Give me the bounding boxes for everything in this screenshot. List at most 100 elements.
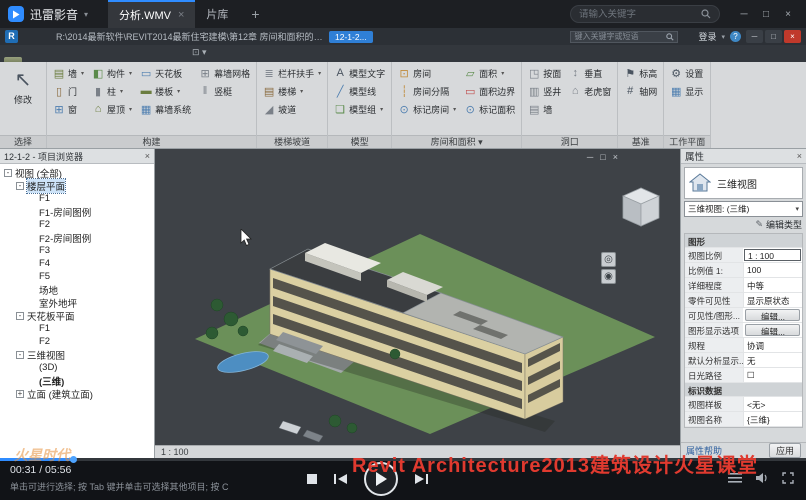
tree-item[interactable]: F1-房间图例 bbox=[0, 205, 154, 218]
property-value[interactable]: 100 bbox=[743, 263, 802, 277]
ribbon-button[interactable]: ◧ 构件 bbox=[89, 64, 135, 82]
scale-indicator[interactable]: 1 : 100 bbox=[161, 447, 189, 457]
drawing-area[interactable]: ─ □ × ◎ ◉ 1 : 100 bbox=[155, 149, 680, 458]
tree-item[interactable]: 室外地坪 bbox=[0, 296, 154, 309]
login-button[interactable]: 登录 bbox=[698, 30, 716, 43]
ribbon-button[interactable]: ▦ 幕墙系统 bbox=[137, 100, 194, 118]
property-row[interactable]: 视图名称 {三维} bbox=[685, 412, 802, 427]
ribbon-panel-label[interactable]: 洞口 bbox=[522, 135, 617, 148]
tree-item[interactable]: - 视图 (全部) bbox=[0, 166, 154, 179]
tree-item[interactable]: F2 bbox=[0, 335, 154, 348]
ribbon-button[interactable]: ┆ 房间分隔 bbox=[395, 82, 459, 100]
new-tab-button[interactable]: + bbox=[251, 6, 259, 22]
modify-button[interactable]: ↖ 修改 bbox=[3, 64, 43, 106]
ribbon-button[interactable]: ▯ 门 bbox=[50, 82, 87, 100]
ribbon-button[interactable]: # 轴网 bbox=[621, 82, 660, 100]
tree-item[interactable]: + 立面 (建筑立面) bbox=[0, 387, 154, 400]
revit-app-icon[interactable]: R bbox=[5, 30, 18, 43]
ribbon-button[interactable]: ⊞ 窗 bbox=[50, 100, 87, 118]
previous-button[interactable] bbox=[334, 473, 348, 485]
property-row[interactable]: 视图比例 1 : 100 bbox=[685, 248, 802, 263]
infocenter-search-input[interactable] bbox=[574, 32, 664, 41]
maximize-button[interactable]: □ bbox=[756, 5, 776, 23]
close-button[interactable]: × bbox=[778, 5, 798, 23]
property-value[interactable]: 中等 bbox=[743, 278, 802, 292]
ribbon-button[interactable]: ⊡ 房间 bbox=[395, 64, 459, 82]
ribbon-panel-label[interactable]: 楼梯坡道 bbox=[257, 135, 327, 148]
tree-expander-icon[interactable]: - bbox=[4, 169, 12, 177]
ribbon-button[interactable]: ▭ 天花板 bbox=[137, 64, 194, 82]
zoom-icon[interactable]: ◉ bbox=[601, 269, 616, 284]
tree-item[interactable]: F3 bbox=[0, 244, 154, 257]
tree-item[interactable]: F5 bbox=[0, 270, 154, 283]
ribbon-button[interactable]: ⚑ 标高 bbox=[621, 64, 660, 82]
infocenter-search[interactable] bbox=[570, 31, 678, 43]
tree-expander-icon[interactable]: - bbox=[16, 182, 24, 190]
ribbon-button[interactable]: ⌂ 老虎窗 bbox=[566, 82, 614, 100]
ribbon-button[interactable]: ▤ 楼梯 bbox=[260, 82, 324, 100]
tree-expander-icon[interactable]: - bbox=[16, 351, 24, 359]
property-row[interactable]: 图形 bbox=[685, 234, 802, 248]
ribbon-button[interactable]: ⚙ 设置 bbox=[667, 64, 706, 82]
property-value[interactable]: 编辑... bbox=[745, 309, 800, 321]
player-search[interactable] bbox=[570, 5, 720, 23]
stop-button[interactable] bbox=[306, 473, 318, 485]
tree-item[interactable]: (3D) bbox=[0, 361, 154, 374]
edit-type-button[interactable]: ✎ 编辑类型 bbox=[681, 217, 806, 232]
player-search-input[interactable] bbox=[579, 9, 697, 20]
property-value[interactable]: <无> bbox=[743, 397, 802, 411]
property-row[interactable]: 可见性/图形... 编辑... bbox=[685, 308, 802, 323]
property-row[interactable]: 默认分析显示... 无 bbox=[685, 353, 802, 368]
tree-item[interactable]: (三维) bbox=[0, 374, 154, 387]
property-value[interactable]: 编辑... bbox=[745, 324, 800, 336]
ribbon-button[interactable]: ◢ 坡道 bbox=[260, 100, 324, 118]
view-minimize-button[interactable]: ─ bbox=[587, 152, 593, 162]
tree-item[interactable]: F2-房间图例 bbox=[0, 231, 154, 244]
ribbon-panel-label[interactable]: 构建 bbox=[47, 135, 256, 148]
ribbon-button[interactable]: ‖ 竖梃 bbox=[196, 82, 253, 100]
panel-close-icon[interactable]: × bbox=[145, 151, 150, 161]
ribbon-button[interactable]: ❏ 模型组 bbox=[331, 100, 388, 118]
ribbon-button[interactable]: ▬ 楼板 bbox=[137, 82, 194, 100]
ribbon-button[interactable]: ▦ 显示 bbox=[667, 82, 706, 100]
revit-restore-button[interactable]: □ bbox=[765, 30, 782, 43]
property-value[interactable]: ☐ bbox=[743, 368, 802, 382]
player-tab[interactable]: 片库 bbox=[195, 0, 239, 28]
search-icon[interactable] bbox=[701, 9, 711, 19]
property-value[interactable]: 无 bbox=[743, 353, 802, 367]
view-close-button[interactable]: × bbox=[613, 152, 618, 162]
ribbon-button[interactable]: ▤ 墙 bbox=[525, 100, 564, 118]
property-value[interactable]: {三维} bbox=[743, 412, 802, 426]
player-app-name[interactable]: 迅雷影音 bbox=[30, 6, 78, 23]
tree-item[interactable]: F1 bbox=[0, 322, 154, 335]
property-row[interactable]: 图形显示选项 编辑... bbox=[685, 323, 802, 338]
tree-item[interactable]: F1 bbox=[0, 192, 154, 205]
player-progress-knob[interactable] bbox=[70, 456, 77, 463]
ribbon-button[interactable]: ▮ 柱 bbox=[89, 82, 135, 100]
tree-expander-icon[interactable]: - bbox=[16, 312, 24, 320]
property-row[interactable]: 详细程度 中等 bbox=[685, 278, 802, 293]
tree-item[interactable]: F4 bbox=[0, 257, 154, 270]
revit-minimize-button[interactable]: ─ bbox=[746, 30, 763, 43]
tab-close-icon[interactable]: × bbox=[178, 9, 184, 21]
ribbon-button[interactable]: ≣ 栏杆扶手 bbox=[260, 64, 324, 82]
ribbon-button[interactable]: ⊞ 幕墙网格 bbox=[196, 64, 253, 82]
ribbon-button[interactable]: ▥ 竖井 bbox=[525, 82, 564, 100]
ribbon-button[interactable]: ◳ 按面 bbox=[525, 64, 564, 82]
ribbon-button[interactable]: ⊙ 标记房间 bbox=[395, 100, 459, 118]
ribbon-panel-label[interactable]: 模型 bbox=[328, 135, 391, 148]
player-menu-arrow-icon[interactable]: ▾ bbox=[84, 10, 88, 19]
login-arrow-icon[interactable]: ▾ bbox=[721, 33, 725, 41]
player-tab[interactable]: 分析.WMV × bbox=[108, 0, 195, 28]
apply-button[interactable]: 应用 bbox=[769, 443, 801, 458]
property-value[interactable]: 1 : 100 bbox=[744, 249, 801, 261]
ribbon-options-icon[interactable]: ⊡ ▾ bbox=[192, 47, 207, 62]
type-selector-dropdown[interactable]: 三维视图: (三维) ▾ bbox=[684, 201, 803, 217]
ribbon-button[interactable]: ▱ 面积 bbox=[461, 64, 518, 82]
fullscreen-icon[interactable] bbox=[782, 472, 794, 484]
tree-item[interactable]: - 楼层平面 bbox=[0, 179, 154, 192]
revit-close-button[interactable]: × bbox=[784, 30, 801, 43]
ribbon-panel-label[interactable]: 工作平面 bbox=[664, 135, 710, 148]
property-row[interactable]: 比例值 1: 100 bbox=[685, 263, 802, 278]
panel-close-icon[interactable]: × bbox=[797, 151, 802, 161]
